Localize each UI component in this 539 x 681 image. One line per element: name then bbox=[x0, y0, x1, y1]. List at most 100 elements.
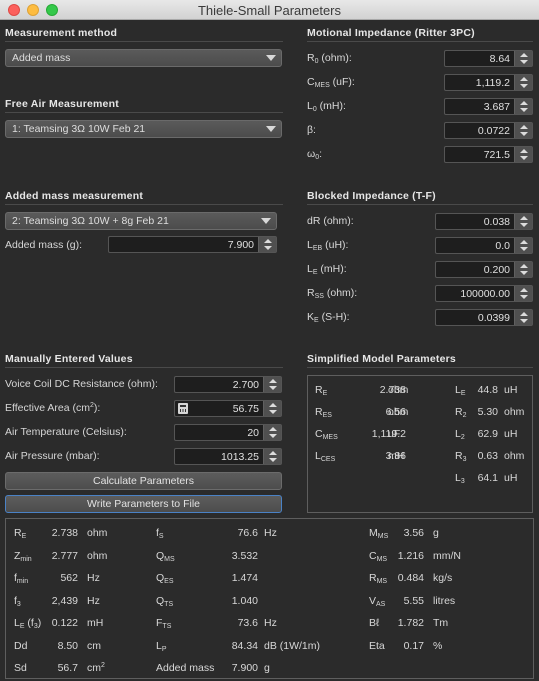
unit-text: Hz bbox=[87, 594, 100, 607]
result-unit: litres bbox=[433, 595, 455, 607]
stepper-arrows[interactable] bbox=[263, 449, 281, 464]
section-blocked-impedance: Blocked Impedance (T-F) bbox=[307, 190, 436, 202]
unit-text: cm bbox=[87, 639, 101, 652]
result-value: 0.122 bbox=[51, 617, 78, 629]
result-value: 76.6 bbox=[237, 527, 258, 539]
blocked-param-value: 0.0 bbox=[495, 240, 510, 252]
subscript: 3 bbox=[16, 600, 21, 608]
motional-param-spinbox[interactable]: 3.687 bbox=[444, 98, 533, 115]
chevron-up-icon bbox=[520, 216, 528, 220]
chevron-down-icon bbox=[269, 410, 277, 414]
stepper-arrows[interactable] bbox=[263, 425, 281, 440]
title-bar: Thiele-Small Parameters bbox=[0, 0, 539, 20]
blocked-param-spinbox[interactable]: 0.038 bbox=[435, 213, 533, 230]
chevron-up-icon bbox=[520, 53, 528, 57]
result-symbol: f3 bbox=[14, 595, 21, 608]
motional-param-spinbox[interactable]: 8.64 bbox=[444, 50, 533, 67]
write-parameters-button[interactable]: Write Parameters to File bbox=[5, 495, 282, 513]
subscript: AS bbox=[376, 600, 386, 608]
manual-value-spinbox[interactable]: 20 bbox=[174, 424, 282, 441]
manual-value-spinbox[interactable]: 1013.25 bbox=[174, 448, 282, 465]
subscript: E bbox=[322, 390, 328, 397]
label-end: ): bbox=[93, 402, 101, 414]
result-symbol: RE bbox=[14, 527, 26, 540]
simplified-param-value: 62.9 bbox=[477, 428, 498, 440]
blocked-param-label: LEB (uH): bbox=[307, 239, 348, 252]
symbol: M bbox=[369, 527, 378, 539]
unit-text: cm bbox=[87, 662, 101, 674]
result-unit: dB (1W/1m) bbox=[264, 640, 320, 652]
manual-value-spinbox[interactable]: 2.700 bbox=[174, 376, 282, 393]
chevron-down-icon bbox=[520, 108, 528, 112]
stepper-arrows[interactable] bbox=[514, 99, 532, 114]
chevron-down-icon bbox=[520, 319, 528, 323]
manual-value-spinbox[interactable]: 56.75 bbox=[174, 400, 282, 417]
motional-param-spinbox[interactable]: 721.5 bbox=[444, 146, 533, 163]
result-symbol: RMS bbox=[369, 572, 387, 585]
stepper-arrows[interactable] bbox=[514, 214, 532, 229]
result-unit: Hz bbox=[264, 617, 277, 629]
stepper-arrows[interactable] bbox=[514, 286, 532, 301]
stepper-arrows[interactable] bbox=[263, 377, 281, 392]
blocked-param-spinbox[interactable]: 0.0 bbox=[435, 237, 533, 254]
chevron-down-icon bbox=[520, 156, 528, 160]
result-symbol: fS bbox=[156, 527, 164, 540]
result-unit: cm2 bbox=[87, 662, 105, 674]
unit-text: Hz bbox=[264, 617, 277, 629]
result-unit: ohm bbox=[87, 527, 107, 539]
blocked-param-spinbox[interactable]: 0.0399 bbox=[435, 309, 533, 326]
added-mass-spinbox[interactable]: 7.900 bbox=[108, 236, 277, 253]
unit-text: dB (1W/1m) bbox=[264, 639, 321, 652]
chevron-up-icon bbox=[264, 239, 272, 243]
blocked-param-value: 0.0399 bbox=[477, 312, 510, 324]
simplified-param-symbol: CMES bbox=[315, 428, 338, 441]
manual-value-value: 56.75 bbox=[232, 403, 259, 415]
symbol-mid: (f bbox=[24, 617, 34, 629]
motional-param-value: 3.687 bbox=[483, 101, 510, 113]
stepper-arrows[interactable] bbox=[258, 237, 276, 252]
blocked-param-value: 100000.00 bbox=[460, 288, 510, 300]
section-added-mass: Added mass measurement bbox=[5, 190, 144, 202]
added-mass-measurement-select[interactable]: 2: Teamsing 3Ω 10W + 8g Feb 21 bbox=[5, 212, 277, 230]
chevron-down-icon bbox=[264, 246, 272, 250]
chevron-down-icon bbox=[520, 295, 528, 299]
stepper-arrows[interactable] bbox=[514, 310, 532, 325]
blocked-param-spinbox[interactable]: 100000.00 bbox=[435, 285, 533, 302]
simplified-param-unit: uF bbox=[388, 428, 401, 440]
unit-text: ohm bbox=[87, 527, 108, 539]
chevron-up-icon bbox=[520, 101, 528, 105]
symbol: R bbox=[14, 527, 22, 539]
chevron-down-icon bbox=[520, 223, 528, 227]
symbol: Q bbox=[156, 594, 165, 607]
stepper-arrows[interactable] bbox=[514, 75, 532, 90]
unit-label: : bbox=[319, 148, 323, 160]
measurement-method-select[interactable]: Added mass bbox=[5, 49, 282, 67]
result-unit: ohm bbox=[87, 550, 107, 562]
symbol: K bbox=[307, 311, 315, 323]
simplified-param-unit: mH bbox=[388, 450, 405, 462]
stepper-arrows[interactable] bbox=[514, 51, 532, 66]
stepper-arrows[interactable] bbox=[514, 147, 532, 162]
result-unit: Hz bbox=[264, 527, 277, 539]
symbol: Bℓ bbox=[369, 617, 380, 629]
blocked-param-spinbox[interactable]: 0.200 bbox=[435, 261, 533, 278]
result-symbol: QES bbox=[156, 572, 174, 585]
result-value: 7.900 bbox=[231, 662, 258, 674]
calculate-parameters-button[interactable]: Calculate Parameters bbox=[5, 472, 282, 490]
chevron-down-icon bbox=[269, 434, 277, 438]
subscript: ES bbox=[164, 578, 174, 585]
stepper-arrows[interactable] bbox=[263, 401, 281, 416]
result-value: 562 bbox=[60, 572, 78, 584]
stepper-arrows[interactable] bbox=[514, 123, 532, 138]
motional-param-spinbox[interactable]: 1,119.2 bbox=[444, 74, 533, 91]
calculator-icon[interactable] bbox=[178, 403, 188, 414]
stepper-arrows[interactable] bbox=[514, 262, 532, 277]
stepper-arrows[interactable] bbox=[514, 238, 532, 253]
section-manual-values: Manually Entered Values bbox=[5, 353, 133, 365]
motional-param-label: R0 (ohm): bbox=[307, 52, 352, 65]
subscript: P bbox=[161, 645, 167, 653]
subscript: TS bbox=[164, 600, 174, 608]
free-air-select[interactable]: 1: Teamsing 3Ω 10W Feb 21 bbox=[5, 120, 282, 138]
divider bbox=[5, 112, 283, 113]
motional-param-spinbox[interactable]: 0.0722 bbox=[444, 122, 533, 139]
